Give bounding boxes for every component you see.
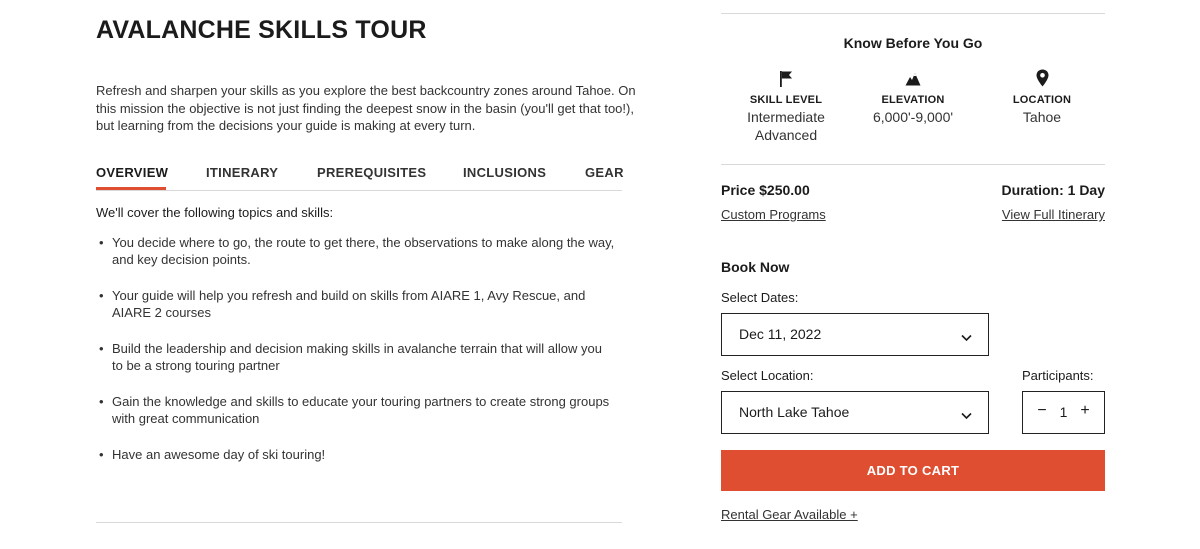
flag-icon [721,68,851,88]
tab-inclusions[interactable]: INCLUSIONS [463,165,546,180]
location-pin-icon [977,68,1107,88]
chevron-down-icon [961,329,972,347]
participants-label: Participants: [1022,368,1094,383]
stat-location: LOCATION Tahoe [977,68,1107,126]
topics-list: You decide where to go, the route to get… [96,234,616,482]
stat-value: 6,000'-9,000' [872,109,954,125]
stat-value: Tahoe [1022,109,1062,125]
duration: Duration: 1 Day [1002,182,1105,198]
divider [721,13,1105,14]
list-item: Have an awesome day of ski touring! [96,446,616,463]
price-value: $250.00 [759,182,810,198]
stat-skill-level: SKILL LEVEL Intermediate Advanced [721,68,851,144]
date-select[interactable]: Dec 11, 2022 [721,313,989,356]
list-item: Your guide will help you refresh and bui… [96,287,616,321]
booking-panel: Know Before You Go SKILL LEVEL Intermedi… [721,0,1105,549]
course-intro: Refresh and sharpen your skills as you e… [96,83,636,133]
rental-gear-link[interactable]: Rental Gear Available + [721,507,858,522]
list-item: Gain the knowledge and skills to educate… [96,393,616,427]
page-title: AVALANCHE SKILLS TOUR [96,16,427,44]
active-tab-indicator [96,187,166,190]
stat-label: ELEVATION [881,94,945,106]
stat-value: Advanced [754,127,818,143]
duration-value: 1 Day [1067,182,1105,198]
list-item: Build the leadership and decision making… [96,340,616,374]
location-select-value: North Lake Tahoe [739,404,850,420]
date-select-value: Dec 11, 2022 [739,326,822,342]
course-details: AVALANCHE SKILLS TOUR Refresh and sharpe… [96,0,636,549]
tab-gear[interactable]: GEAR [585,165,624,180]
add-to-cart-button[interactable]: ADD TO CART [721,450,1105,491]
list-item: You decide where to go, the route to get… [96,234,616,268]
increment-button[interactable]: + [1075,402,1095,420]
stat-elevation: ELEVATION 6,000'-9,000' [848,68,978,126]
mountain-icon [848,68,978,88]
tab-prerequisites[interactable]: PREREQUISITES [317,165,426,180]
divider [721,164,1105,165]
divider [96,522,622,523]
location-select[interactable]: North Lake Tahoe [721,391,989,434]
tab-itinerary[interactable]: ITINERARY [206,165,278,180]
select-dates-label: Select Dates: [721,290,799,305]
stat-label: SKILL LEVEL [749,94,823,106]
custom-programs-link[interactable]: Custom Programs [721,207,826,222]
price: Price $250.00 [721,182,810,198]
book-now-heading: Book Now [721,259,790,275]
tab-bar: OVERVIEW ITINERARY PREREQUISITES INCLUSI… [96,165,624,191]
participants-stepper: − 1 + [1022,391,1105,434]
stat-value: Intermediate [747,109,825,125]
price-label: Price [721,182,756,198]
view-itinerary-link[interactable]: View Full Itinerary [1002,207,1105,222]
duration-label: Duration: [1001,182,1064,198]
select-location-label: Select Location: [721,368,814,383]
know-before-title: Know Before You Go [843,35,983,51]
stat-label: LOCATION [1012,94,1072,106]
chevron-down-icon [961,407,972,425]
topics-heading: We'll cover the following topics and ski… [96,205,334,220]
tab-overview[interactable]: OVERVIEW [96,165,168,180]
